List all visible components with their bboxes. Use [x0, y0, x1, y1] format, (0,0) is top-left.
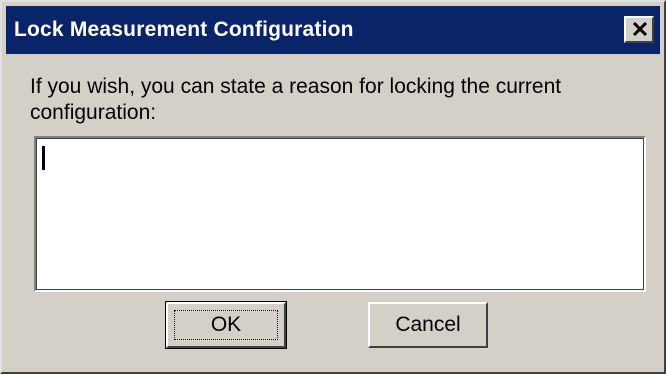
dialog-title: Lock Measurement Configuration: [14, 18, 354, 41]
cancel-label: Cancel: [395, 313, 461, 336]
ok-button[interactable]: OK: [165, 301, 287, 349]
close-button[interactable]: [624, 16, 654, 43]
text-caret: [42, 146, 45, 170]
title-bar[interactable]: Lock Measurement Configuration: [6, 6, 660, 54]
reason-prompt: If you wish, you can state a reason for …: [30, 75, 562, 124]
lock-measurement-dialog: Lock Measurement Configuration If you wi…: [0, 0, 666, 374]
reason-textarea[interactable]: [34, 136, 646, 292]
focus-rectangle: [174, 310, 278, 340]
close-icon: [632, 22, 648, 37]
cancel-button[interactable]: Cancel: [368, 302, 488, 348]
